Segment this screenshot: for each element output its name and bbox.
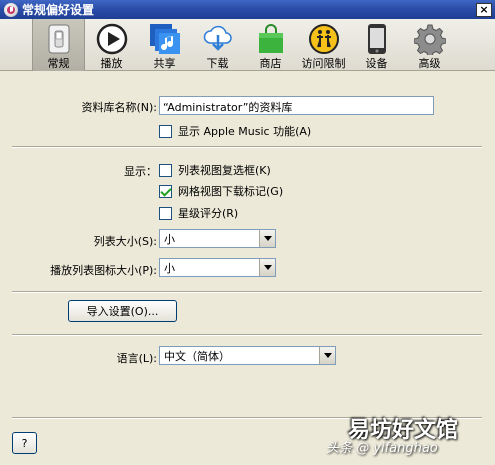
star-rating-option[interactable]: 星级评分(R) <box>159 205 238 221</box>
list-checkbox-option[interactable]: 列表视图复选框(K) <box>159 162 271 178</box>
playlist-icon-size-select[interactable]: 小 <box>159 258 276 277</box>
store-bag-icon <box>254 23 288 55</box>
tab-advanced-label: 高级 <box>418 57 441 70</box>
close-button[interactable]: × <box>476 2 492 17</box>
playlist-icon-size-label: 播放列表图标大小(P): <box>50 264 157 277</box>
grid-download-badge-label: 网格视图下载标记(G) <box>178 185 284 198</box>
tab-general[interactable]: 常规 <box>32 19 85 71</box>
window-title: 常规偏好设置 <box>22 3 95 17</box>
general-preferences-panel: 资料库名称(N): “Administrator”的资料库 显示 Apple M… <box>0 72 495 465</box>
tab-sharing[interactable]: 共享 <box>138 19 191 71</box>
divider-3 <box>12 334 482 336</box>
grid-download-badge-option[interactable]: 网格视图下载标记(G) <box>159 183 283 199</box>
tab-playback-label: 播放 <box>100 57 123 70</box>
language-value: 中文（简体） <box>164 349 230 363</box>
tab-restrictions-label: 访问限制 <box>301 57 346 70</box>
tab-playback[interactable]: 播放 <box>85 19 138 71</box>
list-size-label: 列表大小(S): <box>93 235 157 248</box>
grid-download-badge-checkbox[interactable] <box>159 184 172 198</box>
apple-music-option[interactable]: 显示 Apple Music 功能(A) <box>159 123 311 139</box>
chevron-down-icon[interactable] <box>259 259 275 276</box>
list-checkbox-label: 列表视图复选框(K) <box>178 164 271 177</box>
import-settings-button[interactable]: 导入设置(O)... <box>68 300 177 322</box>
divider-1 <box>12 146 482 148</box>
language-label: 语言(L): <box>116 352 157 365</box>
cloud-download-icon <box>201 23 235 55</box>
tab-restrictions[interactable]: 访问限制 <box>297 19 350 71</box>
phone-icon <box>360 23 394 55</box>
switch-icon <box>42 23 76 55</box>
tab-general-label: 常规 <box>47 57 70 70</box>
divider-4 <box>12 417 482 419</box>
title-bar: 常规偏好设置 × <box>0 0 495 19</box>
divider-2 <box>12 291 482 293</box>
list-size-select[interactable]: 小 <box>159 229 276 248</box>
tab-devices[interactable]: 设备 <box>350 19 403 71</box>
play-icon <box>95 23 129 55</box>
star-rating-label: 星级评分(R) <box>178 207 239 220</box>
display-label: 显示： <box>124 165 157 178</box>
tab-download-label: 下载 <box>206 57 229 70</box>
gear-icon <box>413 23 447 55</box>
preferences-toolbar: 常规 播放 共享 下载 商店 访问限制 设备 高级 <box>0 19 495 71</box>
tab-download[interactable]: 下载 <box>191 19 244 71</box>
chevron-down-icon[interactable] <box>259 230 275 247</box>
playlist-icon-size-value: 小 <box>164 261 175 275</box>
music-share-icon <box>148 23 182 55</box>
library-name-input[interactable]: “Administrator”的资料库 <box>159 96 434 115</box>
tab-devices-label: 设备 <box>365 57 388 70</box>
list-size-value: 小 <box>164 232 175 246</box>
library-name-label: 资料库名称(N): <box>81 101 157 114</box>
restriction-icon <box>307 23 341 55</box>
apple-music-label: 显示 Apple Music 功能(A) <box>178 125 312 138</box>
tab-store-label: 商店 <box>259 57 282 70</box>
tab-advanced[interactable]: 高级 <box>403 19 456 71</box>
star-rating-checkbox[interactable] <box>159 206 172 220</box>
tab-store[interactable]: 商店 <box>244 19 297 71</box>
chevron-down-icon[interactable] <box>319 347 335 364</box>
language-select[interactable]: 中文（简体） <box>159 346 336 365</box>
itunes-app-icon <box>4 2 18 17</box>
apple-music-checkbox[interactable] <box>159 124 172 138</box>
list-checkbox-checkbox[interactable] <box>159 163 172 177</box>
help-button[interactable]: ? <box>12 432 37 454</box>
tab-sharing-label: 共享 <box>153 57 176 70</box>
